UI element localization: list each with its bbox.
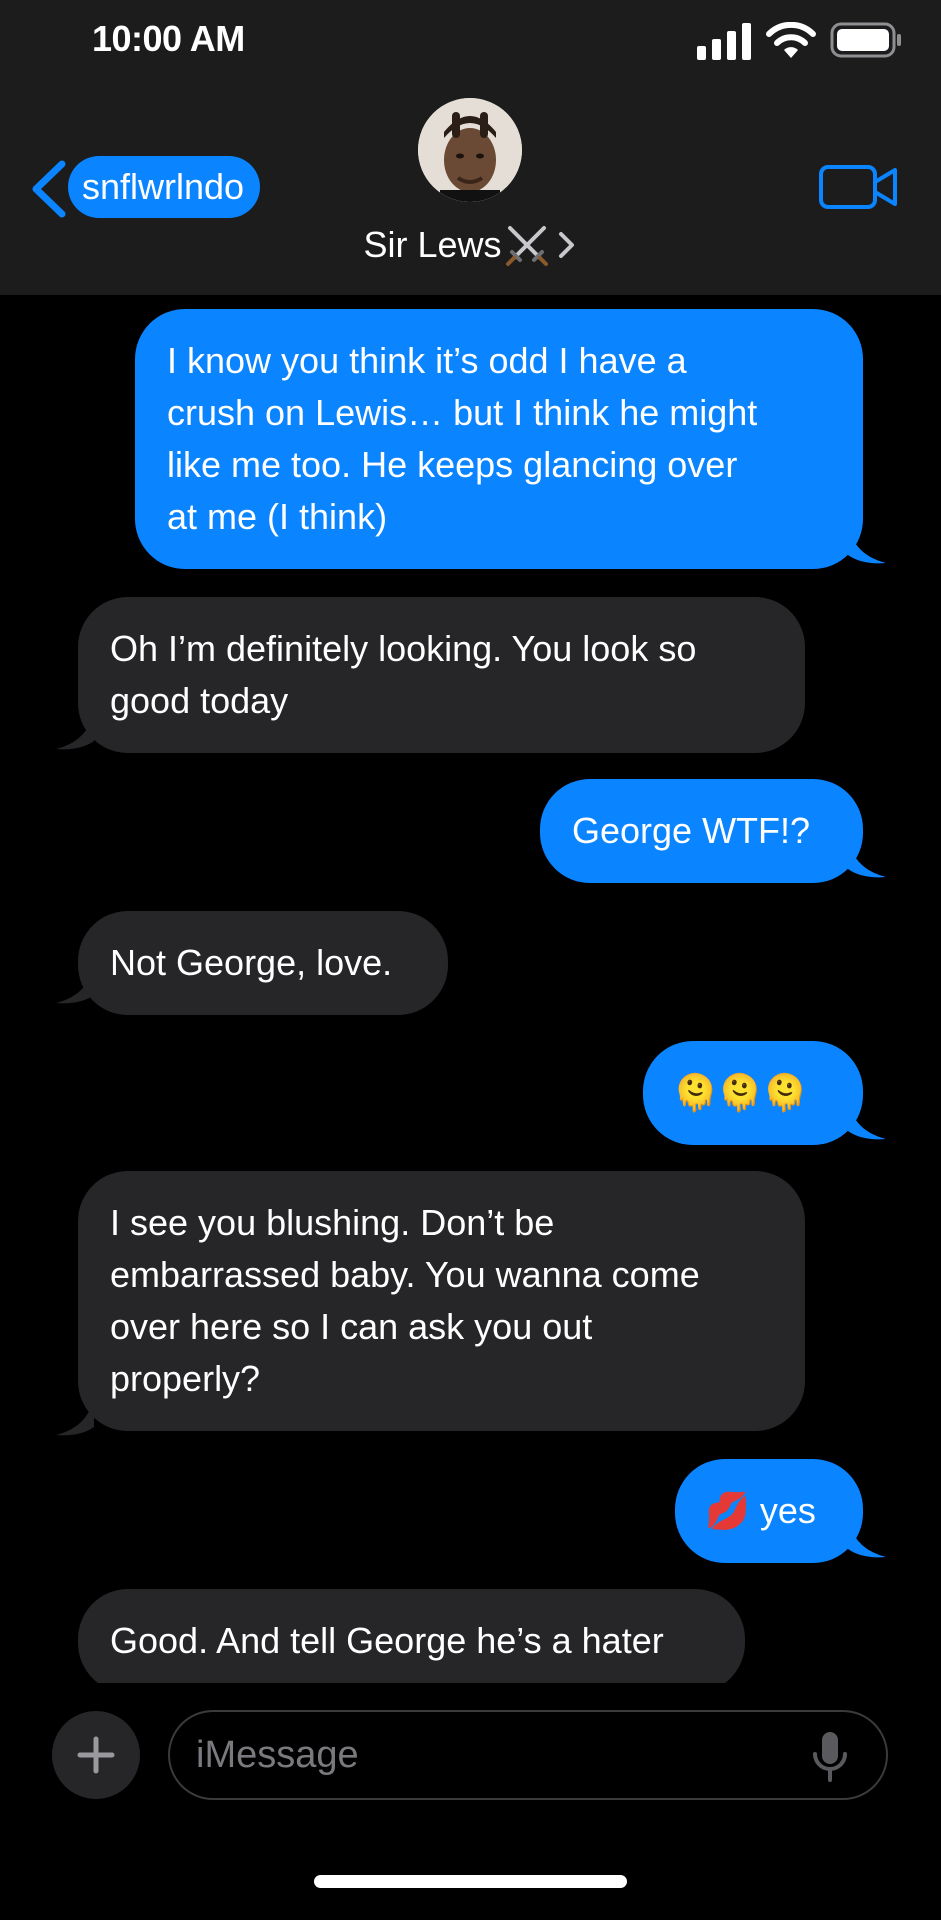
message-line: properly? xyxy=(110,1358,261,1399)
message-line: over here so I can ask you out xyxy=(110,1306,593,1347)
chevron-right-icon xyxy=(558,232,574,259)
message-line: at me (I think) xyxy=(167,496,388,537)
received-message-bubble[interactable]: Oh I’m definitely looking. You look so g… xyxy=(78,597,805,753)
contact-title[interactable]: Sir Lews xyxy=(0,218,941,270)
microphone-icon[interactable] xyxy=(810,1730,850,1784)
video-camera-icon[interactable] xyxy=(818,162,898,212)
received-message-bubble[interactable]: I see you blushing. Don’t be embarrassed… xyxy=(78,1171,805,1431)
message-line: Oh I’m definitely looking. You look so xyxy=(110,628,697,669)
avatar-portrait-icon xyxy=(418,98,522,202)
battery-icon xyxy=(830,22,901,58)
message-line: I know you think it’s odd I have a xyxy=(167,340,687,381)
message-line: Not George, love. xyxy=(110,942,393,983)
message-line: 💋 yes xyxy=(705,1490,816,1531)
message-line: good today xyxy=(110,680,289,721)
message-line: 🫠🫠🫠 xyxy=(673,1072,808,1113)
message-line: embarrassed baby. You wanna come xyxy=(110,1254,700,1295)
sent-message-bubble[interactable]: George WTF!? xyxy=(540,779,863,883)
received-message-bubble[interactable]: Not George, love. xyxy=(78,911,448,1015)
received-message-bubble[interactable]: Good. And tell George he’s a hater xyxy=(78,1589,745,1683)
message-line: like me too. He keeps glancing over xyxy=(167,444,738,485)
sent-message-bubble[interactable]: 💋 yes xyxy=(675,1459,863,1563)
status-time: 10:00 AM xyxy=(92,18,245,59)
crossed-swords-icon xyxy=(505,226,548,267)
message-line: crush on Lewis… but I think he might xyxy=(167,392,758,433)
contact-name: Sir Lews xyxy=(363,224,502,266)
back-button[interactable]: snflwrlndo xyxy=(68,156,261,218)
home-indicator[interactable] xyxy=(314,1875,627,1888)
message-input[interactable]: iMessage xyxy=(168,1710,888,1800)
apps-plus-button[interactable] xyxy=(52,1711,140,1799)
sent-message-bubble[interactable]: I know you think it’s odd I have a crush… xyxy=(135,309,863,569)
message-line: George WTF!? xyxy=(572,810,811,851)
sent-message-bubble[interactable]: 🫠🫠🫠 xyxy=(643,1041,863,1145)
wifi-icon xyxy=(766,22,816,58)
input-placeholder: iMessage xyxy=(196,1734,359,1776)
avatar[interactable] xyxy=(418,98,522,202)
message-line: Good. And tell George he’s a hater xyxy=(110,1620,664,1661)
status-bar: 10:00 AM xyxy=(0,0,941,80)
chevron-left-icon[interactable] xyxy=(28,160,70,218)
conversation-header: snflwrlndo Sir Lews xyxy=(0,80,941,295)
plus-icon xyxy=(77,1736,115,1774)
cellular-signal-icon xyxy=(697,23,751,60)
message-list[interactable]: I know you think it’s odd I have a crush… xyxy=(0,295,941,1683)
message-line: I see you blushing. Don’t be xyxy=(110,1202,555,1243)
